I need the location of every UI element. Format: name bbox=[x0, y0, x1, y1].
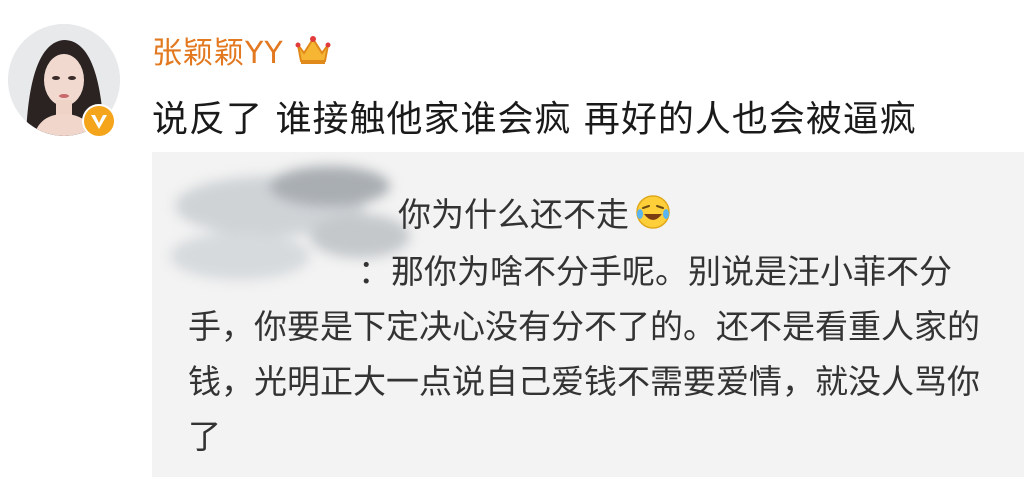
user-header: 张颖颖YY bbox=[152, 28, 332, 72]
quoted-reply: ：那你为啥不分手呢。别说是汪小菲不分手，你要是下定决心没有分不了的。还不是看重人… bbox=[188, 244, 1008, 464]
quoted-original-text: 你为什么还不走 bbox=[398, 195, 629, 234]
crown-icon bbox=[295, 36, 331, 64]
verified-badge-icon bbox=[82, 104, 116, 138]
reply-prefix: ： bbox=[358, 252, 391, 291]
comment-text: 说反了 谁接触他家谁会疯 再好的人也会被逼疯 bbox=[152, 99, 917, 140]
quoted-original-line: 你为什么还不走 bbox=[398, 188, 671, 236]
username[interactable]: 张颖颖YY bbox=[152, 28, 284, 72]
laugh-cry-emoji-icon bbox=[636, 195, 670, 229]
quoted-comment-box[interactable]: 你为什么还不走 ：那你为啥不分手呢。别说是汪小菲不分手，你要是下定决心没有分不了… bbox=[152, 152, 1024, 477]
